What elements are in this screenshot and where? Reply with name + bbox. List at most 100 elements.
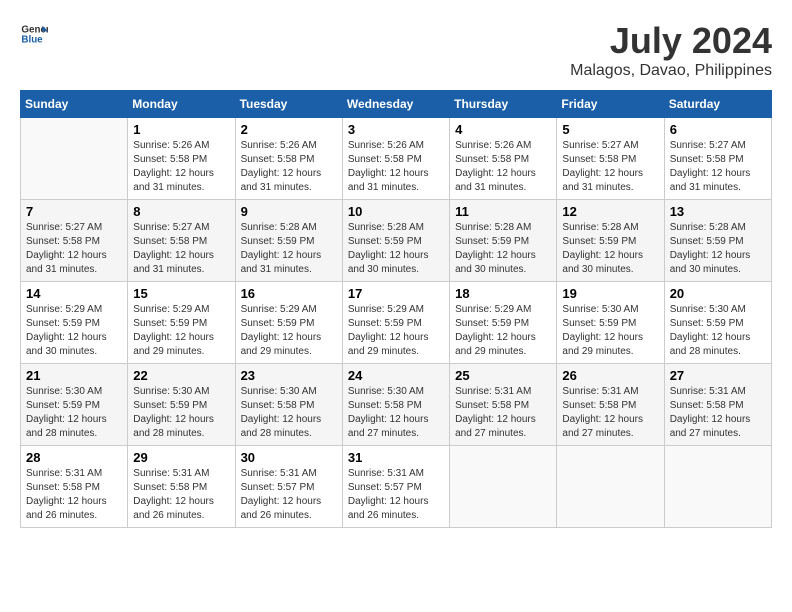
weekday-header: Tuesday — [235, 91, 342, 118]
calendar-cell: 15 Sunrise: 5:29 AMSunset: 5:59 PMDayligh… — [128, 282, 235, 364]
calendar-cell: 18 Sunrise: 5:29 AMSunset: 5:59 PMDayligh… — [450, 282, 557, 364]
weekday-header: Thursday — [450, 91, 557, 118]
calendar-cell: 31 Sunrise: 5:31 AMSunset: 5:57 PMDayligh… — [342, 446, 449, 528]
day-info: Sunrise: 5:29 AMSunset: 5:59 PMDaylight:… — [455, 303, 551, 359]
weekday-header: Wednesday — [342, 91, 449, 118]
calendar-cell: 24 Sunrise: 5:30 AMSunset: 5:58 PMDayligh… — [342, 364, 449, 446]
day-number: 22 — [133, 368, 229, 383]
calendar-cell: 21 Sunrise: 5:30 AMSunset: 5:59 PMDayligh… — [21, 364, 128, 446]
day-number: 31 — [348, 450, 444, 465]
calendar-week-row: 1 Sunrise: 5:26 AMSunset: 5:58 PMDaylight… — [21, 118, 772, 200]
calendar-week-row: 14 Sunrise: 5:29 AMSunset: 5:59 PMDayligh… — [21, 282, 772, 364]
day-number: 9 — [241, 204, 337, 219]
day-number: 7 — [26, 204, 122, 219]
day-number: 17 — [348, 286, 444, 301]
day-info: Sunrise: 5:26 AMSunset: 5:58 PMDaylight:… — [241, 139, 337, 195]
day-number: 15 — [133, 286, 229, 301]
calendar-cell: 26 Sunrise: 5:31 AMSunset: 5:58 PMDayligh… — [557, 364, 664, 446]
day-number: 28 — [26, 450, 122, 465]
day-number: 2 — [241, 122, 337, 137]
page-subtitle: Malagos, Davao, Philippines — [570, 62, 772, 80]
calendar-week-row: 21 Sunrise: 5:30 AMSunset: 5:59 PMDayligh… — [21, 364, 772, 446]
day-number: 23 — [241, 368, 337, 383]
calendar-cell: 30 Sunrise: 5:31 AMSunset: 5:57 PMDayligh… — [235, 446, 342, 528]
day-number: 1 — [133, 122, 229, 137]
day-number: 11 — [455, 204, 551, 219]
page-header: General Blue July 2024 Malagos, Davao, P… — [20, 20, 772, 80]
day-number: 8 — [133, 204, 229, 219]
day-info: Sunrise: 5:26 AMSunset: 5:58 PMDaylight:… — [455, 139, 551, 195]
calendar-cell: 6Sunrise: 5:27 AMSunset: 5:58 PMDaylight… — [664, 118, 771, 200]
day-info: Sunrise: 5:31 AMSunset: 5:58 PMDaylight:… — [26, 467, 122, 523]
day-info: Sunrise: 5:28 AMSunset: 5:59 PMDaylight:… — [562, 221, 658, 277]
day-info: Sunrise: 5:31 AMSunset: 5:58 PMDaylight:… — [133, 467, 229, 523]
calendar-cell: 14 Sunrise: 5:29 AMSunset: 5:59 PMDayligh… — [21, 282, 128, 364]
calendar-cell: 4 Sunrise: 5:26 AMSunset: 5:58 PMDaylight… — [450, 118, 557, 200]
day-info: Sunrise: 5:27 AMSunset: 5:58 PMDaylight:… — [133, 221, 229, 277]
day-number: 18 — [455, 286, 551, 301]
day-info: Sunrise: 5:30 AMSunset: 5:58 PMDaylight:… — [348, 385, 444, 441]
calendar-cell: 2 Sunrise: 5:26 AMSunset: 5:58 PMDaylight… — [235, 118, 342, 200]
day-number: 19 — [562, 286, 658, 301]
calendar-cell: 12Sunrise: 5:28 AMSunset: 5:59 PMDayligh… — [557, 200, 664, 282]
day-number: 30 — [241, 450, 337, 465]
logo: General Blue — [20, 20, 48, 48]
calendar-week-row: 7 Sunrise: 5:27 AMSunset: 5:58 PMDaylight… — [21, 200, 772, 282]
weekday-header: Sunday — [21, 91, 128, 118]
day-info: Sunrise: 5:29 AMSunset: 5:59 PMDaylight:… — [133, 303, 229, 359]
day-info: Sunrise: 5:30 AMSunset: 5:59 PMDaylight:… — [670, 303, 766, 359]
page-title: July 2024 — [570, 20, 772, 62]
day-info: Sunrise: 5:29 AMSunset: 5:59 PMDaylight:… — [26, 303, 122, 359]
day-number: 26 — [562, 368, 658, 383]
calendar-table: SundayMondayTuesdayWednesdayThursdayFrid… — [20, 90, 772, 528]
day-number: 14 — [26, 286, 122, 301]
calendar-cell: 13 Sunrise: 5:28 AMSunset: 5:59 PMDayligh… — [664, 200, 771, 282]
calendar-cell: 11 Sunrise: 5:28 AMSunset: 5:59 PMDayligh… — [450, 200, 557, 282]
day-number: 16 — [241, 286, 337, 301]
day-number: 21 — [26, 368, 122, 383]
calendar-cell: 19Sunrise: 5:30 AMSunset: 5:59 PMDayligh… — [557, 282, 664, 364]
calendar-cell: 5 Sunrise: 5:27 AMSunset: 5:58 PMDaylight… — [557, 118, 664, 200]
day-number: 20 — [670, 286, 766, 301]
day-number: 4 — [455, 122, 551, 137]
day-number: 10 — [348, 204, 444, 219]
calendar-cell: 20 Sunrise: 5:30 AMSunset: 5:59 PMDayligh… — [664, 282, 771, 364]
logo-icon: General Blue — [20, 20, 48, 48]
calendar-cell: 3Sunrise: 5:26 AMSunset: 5:58 PMDaylight… — [342, 118, 449, 200]
day-info: Sunrise: 5:28 AMSunset: 5:59 PMDaylight:… — [348, 221, 444, 277]
day-number: 5 — [562, 122, 658, 137]
day-number: 29 — [133, 450, 229, 465]
day-info: Sunrise: 5:26 AMSunset: 5:58 PMDaylight:… — [133, 139, 229, 195]
day-number: 24 — [348, 368, 444, 383]
day-info: Sunrise: 5:29 AMSunset: 5:59 PMDaylight:… — [348, 303, 444, 359]
day-info: Sunrise: 5:31 AMSunset: 5:58 PMDaylight:… — [455, 385, 551, 441]
day-info: Sunrise: 5:31 AMSunset: 5:57 PMDaylight:… — [348, 467, 444, 523]
day-info: Sunrise: 5:30 AMSunset: 5:59 PMDaylight:… — [26, 385, 122, 441]
calendar-cell — [664, 446, 771, 528]
calendar-cell: 22Sunrise: 5:30 AMSunset: 5:59 PMDayligh… — [128, 364, 235, 446]
calendar-cell: 16 Sunrise: 5:29 AMSunset: 5:59 PMDayligh… — [235, 282, 342, 364]
calendar-cell: 25 Sunrise: 5:31 AMSunset: 5:58 PMDayligh… — [450, 364, 557, 446]
day-info: Sunrise: 5:30 AMSunset: 5:58 PMDaylight:… — [241, 385, 337, 441]
svg-text:Blue: Blue — [21, 34, 43, 45]
calendar-cell: 7Sunrise: 5:27 AMSunset: 5:58 PMDaylight… — [21, 200, 128, 282]
day-info: Sunrise: 5:31 AMSunset: 5:57 PMDaylight:… — [241, 467, 337, 523]
day-info: Sunrise: 5:29 AMSunset: 5:59 PMDaylight:… — [241, 303, 337, 359]
calendar-cell — [557, 446, 664, 528]
calendar-cell: 28 Sunrise: 5:31 AMSunset: 5:58 PMDayligh… — [21, 446, 128, 528]
calendar-week-row: 28 Sunrise: 5:31 AMSunset: 5:58 PMDayligh… — [21, 446, 772, 528]
day-info: Sunrise: 5:31 AMSunset: 5:58 PMDaylight:… — [562, 385, 658, 441]
calendar-cell — [450, 446, 557, 528]
day-info: Sunrise: 5:28 AMSunset: 5:59 PMDaylight:… — [455, 221, 551, 277]
calendar-cell: 8 Sunrise: 5:27 AMSunset: 5:58 PMDaylight… — [128, 200, 235, 282]
day-number: 6 — [670, 122, 766, 137]
day-info: Sunrise: 5:31 AMSunset: 5:58 PMDaylight:… — [670, 385, 766, 441]
day-info: Sunrise: 5:27 AMSunset: 5:58 PMDaylight:… — [562, 139, 658, 195]
calendar-cell: 27Sunrise: 5:31 AMSunset: 5:58 PMDayligh… — [664, 364, 771, 446]
calendar-cell: 23 Sunrise: 5:30 AMSunset: 5:58 PMDayligh… — [235, 364, 342, 446]
day-number: 13 — [670, 204, 766, 219]
day-info: Sunrise: 5:28 AMSunset: 5:59 PMDaylight:… — [241, 221, 337, 277]
day-info: Sunrise: 5:28 AMSunset: 5:59 PMDaylight:… — [670, 221, 766, 277]
day-number: 25 — [455, 368, 551, 383]
calendar-body: 1 Sunrise: 5:26 AMSunset: 5:58 PMDaylight… — [21, 118, 772, 528]
